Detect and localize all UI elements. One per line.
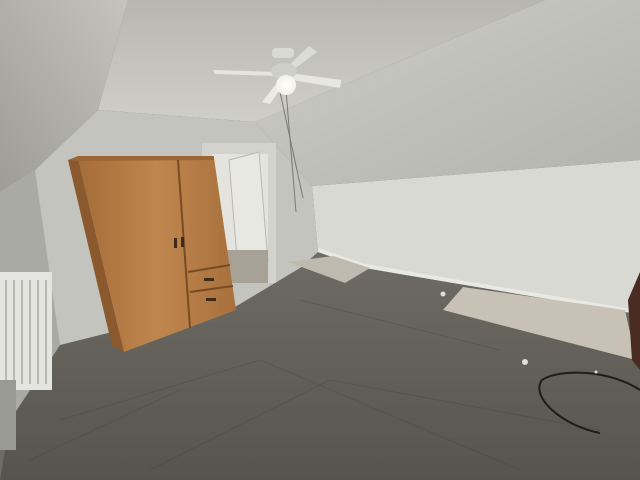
door-knob-left[interactable] xyxy=(174,238,177,248)
door-knob-right[interactable] xyxy=(181,237,184,247)
fan-light-bulb xyxy=(276,75,296,95)
drawer-handle-1[interactable] xyxy=(204,278,214,281)
radiator xyxy=(0,272,52,390)
attic-room-photo xyxy=(0,0,640,480)
drawer-handle-2[interactable] xyxy=(206,298,216,301)
hallway-floor xyxy=(226,250,268,283)
fan-canopy xyxy=(272,48,294,58)
left-baseboard xyxy=(0,380,16,450)
